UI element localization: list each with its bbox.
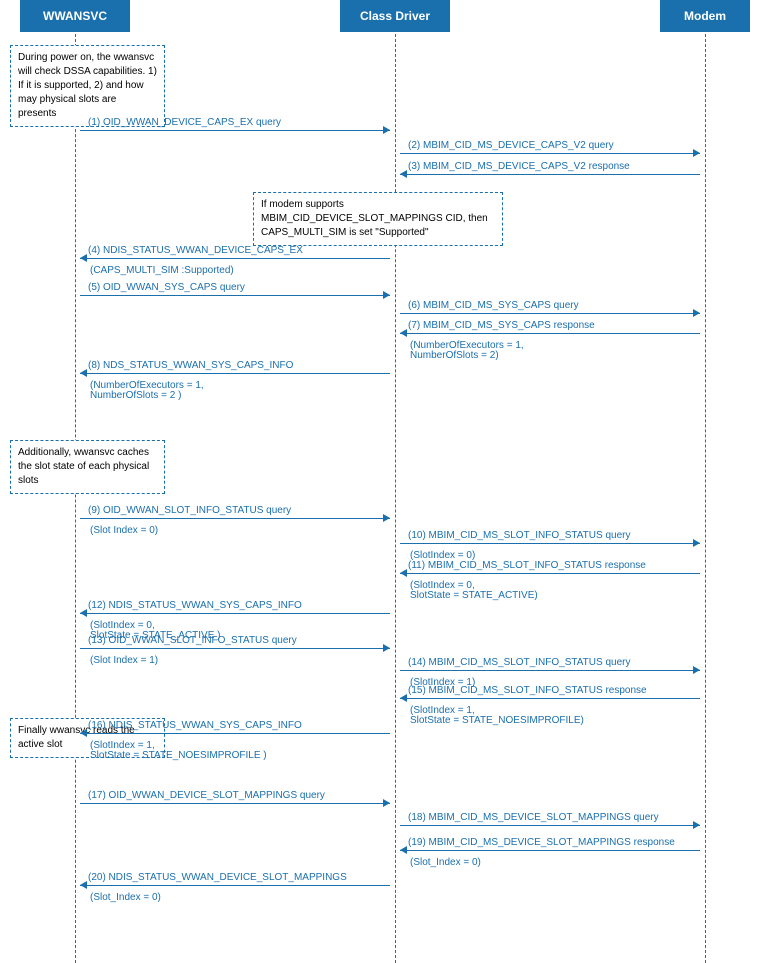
msg-label-msg4b: (CAPS_MULTI_SIM :Supported) — [90, 265, 234, 276]
arrow-head-msg10a — [693, 539, 700, 547]
lifeline-modem — [705, 34, 706, 963]
arrow-head-msg3 — [400, 170, 407, 178]
note-power-on: During power on, the wwansvc will check … — [10, 45, 165, 127]
arrow-line-msg5 — [80, 295, 390, 296]
msg-label-msg9b: (Slot Index = 0) — [90, 525, 158, 536]
arrow-head-msg8a — [80, 369, 87, 377]
arrow-head-msg15a — [400, 694, 407, 702]
arrow-line-msg1 — [80, 130, 390, 131]
arrow-label-msg15a: (15) MBIM_CID_MS_SLOT_INFO_STATUS respon… — [408, 685, 647, 696]
header-wwansvc: WWANSVC — [20, 0, 130, 32]
arrow-label-msg17: (17) OID_WWAN_DEVICE_SLOT_MAPPINGS query — [88, 790, 325, 801]
arrow-label-msg7a: (7) MBIM_CID_MS_SYS_CAPS response — [408, 320, 595, 331]
arrow-label-msg18: (18) MBIM_CID_MS_DEVICE_SLOT_MAPPINGS qu… — [408, 812, 659, 823]
arrow-line-msg2 — [400, 153, 700, 154]
arrow-label-msg16a: (16) NDIS_STATUS_WWAN_SYS_CAPS_INFO — [88, 720, 302, 731]
lifeline-wwansvc — [75, 34, 76, 963]
arrow-label-msg9a: (9) OID_WWAN_SLOT_INFO_STATUS query — [88, 505, 291, 516]
arrow-label-msg14a: (14) MBIM_CID_MS_SLOT_INFO_STATUS query — [408, 657, 630, 668]
arrow-label-msg6: (6) MBIM_CID_MS_SYS_CAPS query — [408, 300, 579, 311]
arrow-head-msg14a — [693, 666, 700, 674]
msg-label-msg15c: SlotState = STATE_NOESIMPROFILE) — [410, 715, 584, 726]
arrow-head-msg13a — [383, 644, 390, 652]
arrow-head-msg9a — [383, 514, 390, 522]
msg-label-msg11c: SlotState = STATE_ACTIVE) — [410, 590, 538, 601]
arrow-head-msg16a — [80, 729, 87, 737]
arrow-line-msg8a — [80, 373, 390, 374]
msg-label-msg16c: SlotState = STATE_NOESIMPROFILE ) — [90, 750, 267, 761]
msg-label-msg13b: (Slot Index = 1) — [90, 655, 158, 666]
arrow-head-msg18 — [693, 821, 700, 829]
arrow-line-msg12a — [80, 613, 390, 614]
arrow-head-msg20a — [80, 881, 87, 889]
arrow-line-msg15a — [400, 698, 700, 699]
arrow-label-msg10a: (10) MBIM_CID_MS_SLOT_INFO_STATUS query — [408, 530, 630, 541]
arrow-label-msg8a: (8) NDS_STATUS_WWAN_SYS_CAPS_INFO — [88, 360, 293, 371]
arrow-line-msg17 — [80, 803, 390, 804]
arrow-label-msg20a: (20) NDIS_STATUS_WWAN_DEVICE_SLOT_MAPPIN… — [88, 872, 347, 883]
msg-label-msg19b: (Slot_Index = 0) — [410, 857, 481, 868]
note-caches-slot: Additionally, wwansvc caches the slot st… — [10, 440, 165, 494]
arrow-line-msg14a — [400, 670, 700, 671]
arrow-line-msg9a — [80, 518, 390, 519]
lifeline-classdriver — [395, 34, 396, 963]
arrow-line-msg4a — [80, 258, 390, 259]
arrow-head-msg19a — [400, 846, 407, 854]
arrow-line-msg13a — [80, 648, 390, 649]
arrow-head-msg6 — [693, 309, 700, 317]
arrow-line-msg7a — [400, 333, 700, 334]
arrow-head-msg7a — [400, 329, 407, 337]
arrow-head-msg2 — [693, 149, 700, 157]
arrow-line-msg19a — [400, 850, 700, 851]
arrow-label-msg12a: (12) NDIS_STATUS_WWAN_SYS_CAPS_INFO — [88, 600, 302, 611]
arrow-line-msg6 — [400, 313, 700, 314]
arrow-line-msg18 — [400, 825, 700, 826]
arrow-line-msg3 — [400, 174, 700, 175]
arrow-label-msg3: (3) MBIM_CID_MS_DEVICE_CAPS_V2 response — [408, 161, 630, 172]
arrow-line-msg10a — [400, 543, 700, 544]
header-classdriver: Class Driver — [340, 0, 450, 32]
header-modem: Modem — [660, 0, 750, 32]
arrow-line-msg11a — [400, 573, 700, 574]
msg-label-msg7c: NumberOfSlots = 2) — [410, 350, 499, 361]
arrow-label-msg5: (5) OID_WWAN_SYS_CAPS query — [88, 282, 245, 293]
note-modem-supports: If modem supports MBIM_CID_DEVICE_SLOT_M… — [253, 192, 503, 246]
arrow-label-msg1: (1) OID_WWAN_DEVICE_CAPS_EX query — [88, 117, 281, 128]
arrow-head-msg4a — [80, 254, 87, 262]
arrow-label-msg19a: (19) MBIM_CID_MS_DEVICE_SLOT_MAPPINGS re… — [408, 837, 675, 848]
arrow-head-msg5 — [383, 291, 390, 299]
arrow-head-msg11a — [400, 569, 407, 577]
arrow-label-msg13a: (13) OID_WWAN_SLOT_INFO_STATUS query — [88, 635, 297, 646]
arrow-line-msg16a — [80, 733, 390, 734]
arrow-label-msg2: (2) MBIM_CID_MS_DEVICE_CAPS_V2 query — [408, 140, 614, 151]
arrow-head-msg1 — [383, 126, 390, 134]
arrow-label-msg11a: (11) MBIM_CID_MS_SLOT_INFO_STATUS respon… — [408, 560, 646, 571]
msg-label-msg20b: (Slot_Index = 0) — [90, 892, 161, 903]
sequence-diagram: WWANSVC Class Driver Modem During power … — [0, 0, 778, 963]
arrow-head-msg12a — [80, 609, 87, 617]
arrow-head-msg17 — [383, 799, 390, 807]
msg-label-msg8c: NumberOfSlots = 2 ) — [90, 390, 181, 401]
arrow-line-msg20a — [80, 885, 390, 886]
arrow-label-msg4a: (4) NDIS_STATUS_WWAN_DEVICE_CAPS_EX — [88, 245, 303, 256]
